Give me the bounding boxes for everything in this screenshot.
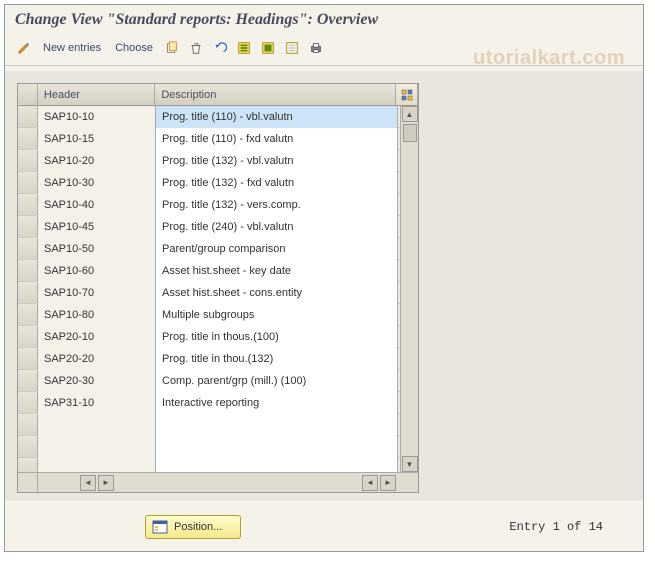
- row-selector[interactable]: [18, 150, 38, 171]
- cell-description[interactable]: Prog. title (240) - vbl.valutn: [156, 216, 398, 238]
- table-row[interactable]: SAP10-20Prog. title (132) - vbl.valutn: [18, 150, 418, 172]
- cell-header[interactable]: [38, 414, 156, 436]
- toggle-edit-icon[interactable]: [15, 39, 33, 57]
- table-row[interactable]: SAP31-10Interactive reporting: [18, 392, 418, 414]
- cell-description[interactable]: Prog. title (110) - vbl.valutn: [156, 106, 398, 128]
- scroll-left2-icon[interactable]: ◄: [362, 475, 378, 491]
- cell-header[interactable]: SAP20-10: [38, 326, 156, 348]
- scroll-thumb[interactable]: [403, 124, 417, 142]
- row-selector[interactable]: [18, 392, 38, 413]
- cell-description[interactable]: Multiple subgroups: [156, 304, 398, 326]
- toolbar: New entries Choose: [5, 35, 643, 66]
- table-row[interactable]: SAP20-20Prog. title in thou.(132): [18, 348, 418, 370]
- row-selector[interactable]: [18, 172, 38, 193]
- table-row[interactable]: [18, 436, 418, 458]
- scroll-left1-icon[interactable]: ◄: [80, 475, 96, 491]
- cell-description[interactable]: [156, 436, 398, 458]
- column-header-description[interactable]: Description: [155, 84, 396, 106]
- scroll-right2-icon[interactable]: ►: [380, 475, 396, 491]
- new-entries-button[interactable]: New entries: [39, 42, 105, 54]
- table-row[interactable]: SAP10-10Prog. title (110) - vbl.valutn: [18, 106, 418, 128]
- print-icon[interactable]: [307, 39, 325, 57]
- select-all-icon[interactable]: [235, 39, 253, 57]
- cell-description[interactable]: Prog. title (110) - fxd valutn: [156, 128, 398, 150]
- horizontal-scrollbar[interactable]: ◄ ► ◄ ►: [18, 472, 418, 492]
- row-selector[interactable]: [18, 128, 38, 149]
- cell-header[interactable]: [38, 436, 156, 458]
- cell-description[interactable]: Asset hist.sheet - key date: [156, 260, 398, 282]
- table-row[interactable]: SAP10-70Asset hist.sheet - cons.entity: [18, 282, 418, 304]
- row-selector[interactable]: [18, 106, 38, 127]
- table-row[interactable]: SAP10-50Parent/group comparison: [18, 238, 418, 260]
- deselect-all-icon[interactable]: [283, 39, 301, 57]
- cell-header[interactable]: SAP20-20: [38, 348, 156, 370]
- table-row[interactable]: [18, 414, 418, 436]
- row-selector[interactable]: [18, 238, 38, 259]
- cell-header[interactable]: SAP10-80: [38, 304, 156, 326]
- cell-description[interactable]: Prog. title (132) - vbl.valutn: [156, 150, 398, 172]
- select-block-icon[interactable]: [259, 39, 277, 57]
- row-selector[interactable]: [18, 304, 38, 325]
- scroll-up-icon[interactable]: ▲: [402, 106, 418, 122]
- cell-description[interactable]: Prog. title (132) - fxd valutn: [156, 172, 398, 194]
- position-icon: [152, 519, 168, 535]
- entry-status: Entry 1 of 14: [509, 520, 603, 534]
- row-selector[interactable]: [18, 260, 38, 281]
- cell-header[interactable]: SAP20-30: [38, 370, 156, 392]
- cell-header[interactable]: SAP10-70: [38, 282, 156, 304]
- cell-header[interactable]: SAP10-45: [38, 216, 156, 238]
- grid-settings-icon[interactable]: [396, 84, 418, 106]
- cell-description[interactable]: [156, 414, 398, 436]
- table-row[interactable]: SAP10-15Prog. title (110) - fxd valutn: [18, 128, 418, 150]
- cell-description[interactable]: Asset hist.sheet - cons.entity: [156, 282, 398, 304]
- table-row[interactable]: SAP20-30Comp. parent/grp (mill.) (100): [18, 370, 418, 392]
- table-row[interactable]: SAP10-45Prog. title (240) - vbl.valutn: [18, 216, 418, 238]
- scroll-right1-icon[interactable]: ►: [98, 475, 114, 491]
- row-selector[interactable]: [18, 414, 38, 435]
- page-title: Change View "Standard reports: Headings"…: [5, 5, 643, 35]
- table-row[interactable]: SAP20-10Prog. title in thous.(100): [18, 326, 418, 348]
- cell-description[interactable]: Parent/group comparison: [156, 238, 398, 260]
- cell-header[interactable]: SAP10-60: [38, 260, 156, 282]
- row-selector[interactable]: [18, 326, 38, 347]
- cell-header[interactable]: SAP10-40: [38, 194, 156, 216]
- cell-description[interactable]: Prog. title in thou.(132): [156, 348, 398, 370]
- column-header-header[interactable]: Header: [38, 84, 155, 106]
- position-label: Position...: [174, 521, 222, 533]
- cell-description[interactable]: Comp. parent/grp (mill.) (100): [156, 370, 398, 392]
- delete-icon[interactable]: [187, 39, 205, 57]
- cell-header[interactable]: SAP10-10: [38, 106, 156, 128]
- cell-description[interactable]: Prog. title (132) - vers.comp.: [156, 194, 398, 216]
- cell-description[interactable]: Interactive reporting: [156, 392, 398, 414]
- scroll-down-icon[interactable]: ▼: [402, 456, 418, 472]
- cell-header[interactable]: SAP31-10: [38, 392, 156, 414]
- table-row[interactable]: SAP10-30Prog. title (132) - fxd valutn: [18, 172, 418, 194]
- cell-header[interactable]: SAP10-50: [38, 238, 156, 260]
- position-button[interactable]: Position...: [145, 515, 241, 539]
- table-row[interactable]: SAP10-60Asset hist.sheet - key date: [18, 260, 418, 282]
- cell-header[interactable]: SAP10-20: [38, 150, 156, 172]
- row-selector[interactable]: [18, 282, 38, 303]
- copy-icon[interactable]: [163, 39, 181, 57]
- row-selector[interactable]: [18, 370, 38, 391]
- table-row[interactable]: SAP10-80Multiple subgroups: [18, 304, 418, 326]
- grid-corner-left[interactable]: [18, 84, 38, 106]
- row-selector[interactable]: [18, 216, 38, 237]
- cell-header[interactable]: SAP10-30: [38, 172, 156, 194]
- undo-icon[interactable]: [211, 39, 229, 57]
- row-selector[interactable]: [18, 194, 38, 215]
- cell-header[interactable]: SAP10-15: [38, 128, 156, 150]
- data-grid: Header Description SAP10-10Prog. title (…: [17, 83, 419, 493]
- choose-button[interactable]: Choose: [111, 42, 157, 54]
- row-selector[interactable]: [18, 348, 38, 369]
- table-row[interactable]: SAP10-40Prog. title (132) - vers.comp.: [18, 194, 418, 216]
- cell-description[interactable]: Prog. title in thous.(100): [156, 326, 398, 348]
- row-selector[interactable]: [18, 436, 38, 457]
- vertical-scrollbar[interactable]: ▲ ▼: [400, 106, 418, 472]
